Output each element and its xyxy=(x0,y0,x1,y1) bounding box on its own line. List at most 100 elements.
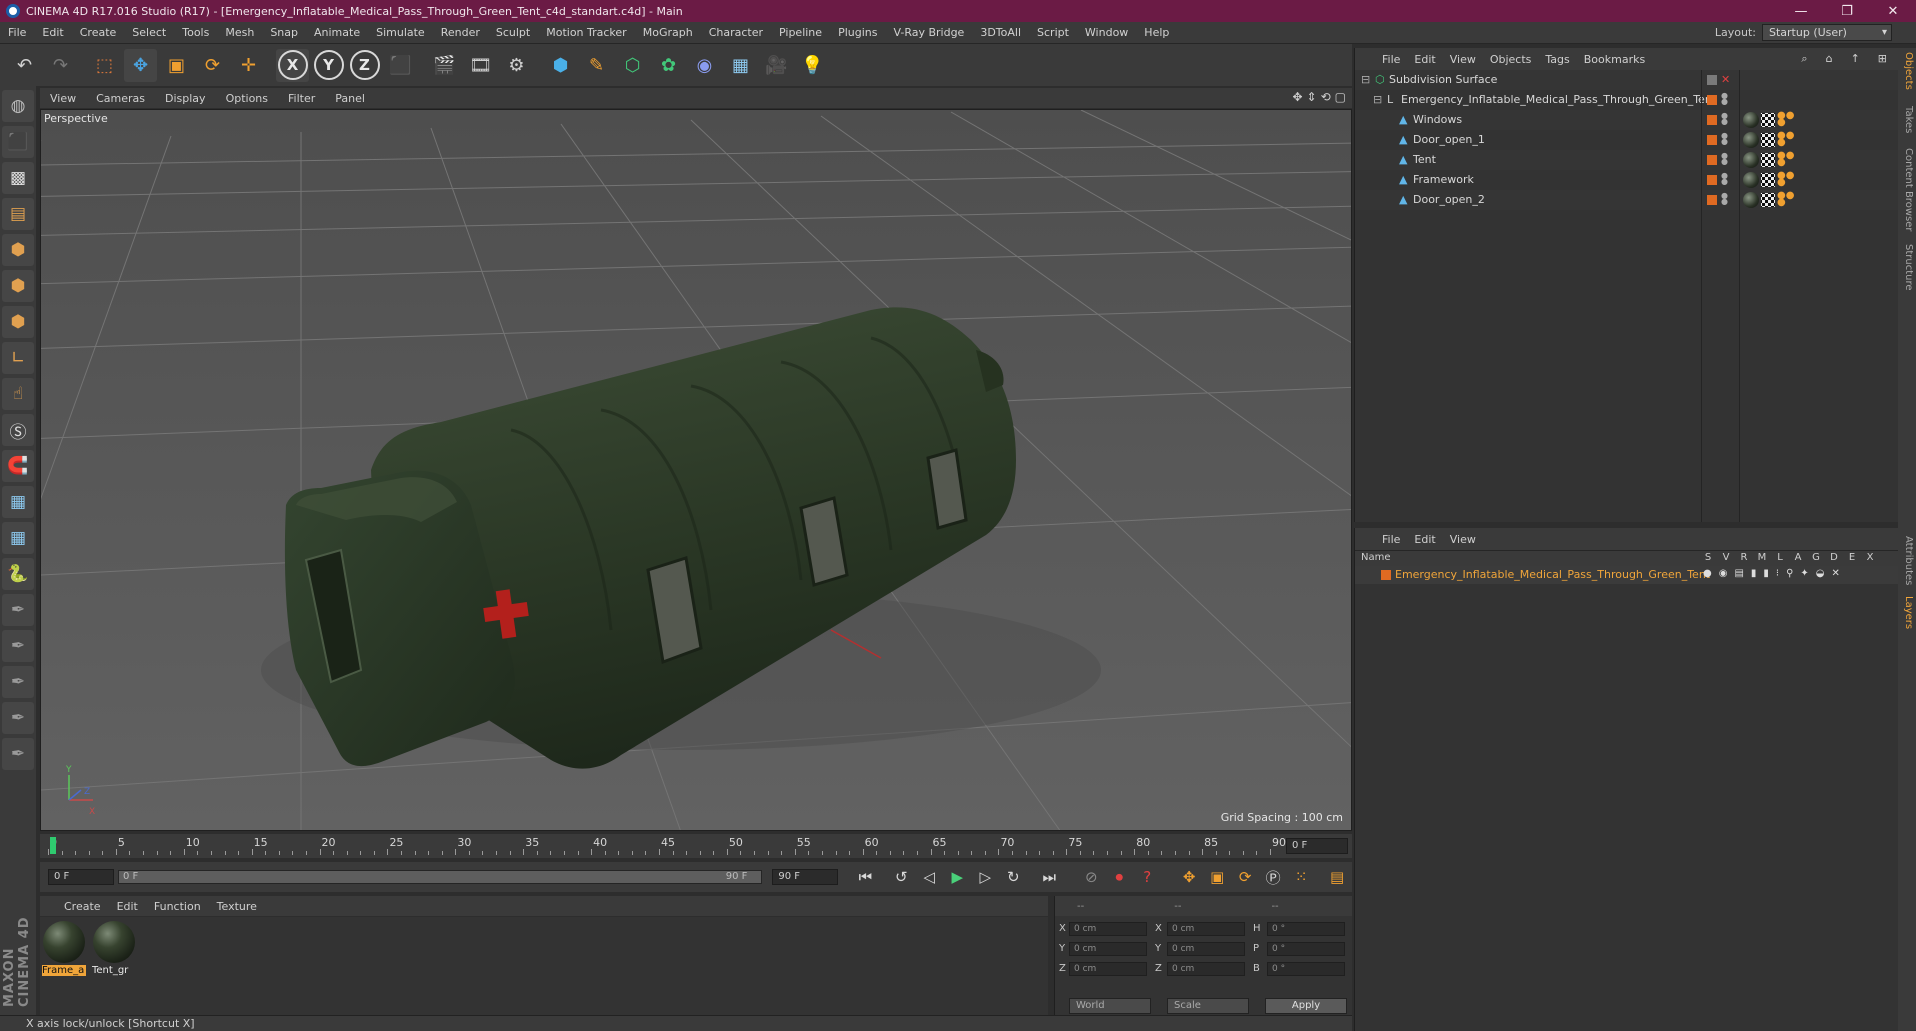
python-icon[interactable]: 🐍 xyxy=(2,558,34,590)
uvw-tag-icon[interactable]: ●● ● xyxy=(1777,111,1794,128)
key-pla-icon[interactable]: ⁙ xyxy=(1288,865,1314,889)
tab-takes[interactable]: Takes xyxy=(1900,106,1914,133)
grab-brush-icon[interactable]: ✒ xyxy=(2,738,34,770)
material-tag-icon[interactable] xyxy=(1743,192,1759,208)
menu-create[interactable]: Create xyxy=(72,22,125,44)
uvw-tag-icon[interactable]: ●● ● xyxy=(1777,131,1794,148)
menu-vray-bridge[interactable]: V-Ray Bridge xyxy=(885,22,972,44)
object-row-tent-root[interactable]: ⊟ L Emergency_Inflatable_Medical_Pass_Th… xyxy=(1355,90,1899,110)
menu-window[interactable]: Window xyxy=(1077,22,1136,44)
key-scale-icon[interactable]: ▣ xyxy=(1204,865,1230,889)
collapse-toggle-icon[interactable]: ⊟ xyxy=(1373,94,1385,106)
deformer-icon[interactable]: ◉ xyxy=(688,49,721,82)
layer-color-swatch[interactable] xyxy=(1381,570,1391,580)
minimize-button[interactable]: — xyxy=(1778,0,1824,22)
current-frame-field[interactable]: 0 F xyxy=(1286,838,1348,854)
next-keyframe-icon[interactable]: ↻ xyxy=(1000,865,1026,889)
object-menu-view[interactable]: View xyxy=(1443,53,1483,66)
texture-tag-icon[interactable] xyxy=(1761,113,1775,127)
menu-tools[interactable]: Tools xyxy=(174,22,217,44)
z-axis-lock-button[interactable]: Z xyxy=(348,49,381,82)
uvw-tag-icon[interactable]: ●● ● xyxy=(1777,191,1794,208)
redo-icon[interactable]: ↷ xyxy=(44,49,77,82)
menu-mesh[interactable]: Mesh xyxy=(217,22,262,44)
collapse-toggle-icon[interactable]: ⊟ xyxy=(1361,74,1373,86)
visibility-dots-icon[interactable]: ● ● xyxy=(1721,192,1728,207)
object-row-subdivision-surface[interactable]: ⊟ ⬡ Subdivision Surface ✕ xyxy=(1355,70,1899,90)
workplane-mode-icon[interactable]: ▤ xyxy=(2,198,34,230)
menu-render[interactable]: Render xyxy=(433,22,488,44)
layer-menu-view[interactable]: View xyxy=(1443,533,1483,546)
menu-simulate[interactable]: Simulate xyxy=(368,22,433,44)
size-y-field[interactable]: 0 cm xyxy=(1167,942,1245,956)
menu-help[interactable]: Help xyxy=(1136,22,1177,44)
key-rotation-icon[interactable]: ⟳ xyxy=(1232,865,1258,889)
render-view-icon[interactable]: 🎬 xyxy=(428,49,461,82)
viewport-menu-cameras[interactable]: Cameras xyxy=(86,92,155,105)
y-axis-lock-button[interactable]: Y xyxy=(312,49,345,82)
object-row-door-open-2[interactable]: ▲ Door_open_2 ● ● ●● ● xyxy=(1355,190,1899,210)
tab-layers[interactable]: Layers xyxy=(1900,596,1914,629)
object-menu-edit[interactable]: Edit xyxy=(1407,53,1442,66)
uvw-tag-icon[interactable]: ●● ● xyxy=(1777,151,1794,168)
menu-script[interactable]: Script xyxy=(1029,22,1077,44)
viewport-menu-view[interactable]: View xyxy=(40,92,86,105)
menu-motion-tracker[interactable]: Motion Tracker xyxy=(538,22,634,44)
menu-sculpt[interactable]: Sculpt xyxy=(488,22,538,44)
perspective-viewport[interactable]: Y X Z Perspective Grid Spacing : 100 cm xyxy=(40,109,1352,831)
material-frame[interactable]: Frame_a xyxy=(42,921,86,983)
visibility-dots-icon[interactable]: ● ● xyxy=(1721,132,1728,147)
next-frame-icon[interactable]: ▷ xyxy=(972,865,998,889)
snap-toggle-icon[interactable]: Ⓢ xyxy=(2,414,34,446)
position-x-field[interactable]: 0 cm xyxy=(1069,922,1147,936)
material-menu-texture[interactable]: Texture xyxy=(209,900,265,913)
material-menu-create[interactable]: Create xyxy=(56,900,109,913)
menu-pipeline[interactable]: Pipeline xyxy=(771,22,830,44)
coordinate-system-icon[interactable]: ⬛ xyxy=(384,49,417,82)
material-tag-icon[interactable] xyxy=(1743,132,1759,148)
timeline-playhead[interactable] xyxy=(50,837,56,854)
render-picture-viewer-icon[interactable]: 🎞 xyxy=(464,49,497,82)
texture-tag-icon[interactable] xyxy=(1761,153,1775,167)
home-icon[interactable]: ⌂ xyxy=(1819,52,1840,66)
object-menu-file[interactable]: File xyxy=(1375,53,1407,66)
object-row-framework[interactable]: ▲ Framework ● ● ●● ● xyxy=(1355,170,1899,190)
visibility-dots-icon[interactable]: ● ● xyxy=(1721,152,1728,167)
tab-content-browser[interactable]: Content Browser xyxy=(1900,148,1914,231)
magnet-icon[interactable]: 🧲 xyxy=(2,450,34,482)
layer-row[interactable]: Emergency_Inflatable_Medical_Pass_Throug… xyxy=(1355,566,1898,584)
menu-plugins[interactable]: Plugins xyxy=(830,22,885,44)
new-view-icon[interactable]: ⊞ xyxy=(1871,52,1894,66)
rotation-b-field[interactable]: 0 ° xyxy=(1267,962,1345,976)
menu-select[interactable]: Select xyxy=(124,22,174,44)
position-y-field[interactable]: 0 cm xyxy=(1069,942,1147,956)
material-tent[interactable]: Tent_gr xyxy=(92,921,136,983)
visibility-dots-icon[interactable]: ● ● xyxy=(1721,172,1728,187)
rotate-view-icon[interactable]: ⟲ xyxy=(1321,90,1331,104)
subdivision-surface-icon[interactable]: ⬡ xyxy=(616,49,649,82)
object-menu-tags[interactable]: Tags xyxy=(1538,53,1576,66)
auto-keying-icon[interactable]: ⏺ xyxy=(1106,865,1132,889)
viewport-menu-panel[interactable]: Panel xyxy=(325,92,375,105)
object-row-windows[interactable]: ▲ Windows ● ● ●● ● xyxy=(1355,110,1899,130)
pen-spline-icon[interactable]: ✎ xyxy=(580,49,613,82)
size-z-field[interactable]: 0 cm xyxy=(1167,962,1245,976)
play-forward-icon[interactable]: ▶ xyxy=(944,865,970,889)
polygons-mode-icon[interactable]: ⬢ xyxy=(2,306,34,338)
min-time-field[interactable]: 0 F xyxy=(48,869,114,885)
layer-name[interactable]: Emergency_Inflatable_Medical_Pass_Throug… xyxy=(1395,568,1710,581)
zoom-view-icon[interactable]: ⇕ xyxy=(1307,90,1317,104)
viewport-menu-options[interactable]: Options xyxy=(216,92,278,105)
keyframe-selection-icon[interactable]: ? xyxy=(1134,865,1160,889)
close-button[interactable]: ✕ xyxy=(1870,0,1916,22)
menu-mograph[interactable]: MoGraph xyxy=(635,22,701,44)
goto-start-icon[interactable]: ⏮ xyxy=(852,865,878,889)
material-menu-edit[interactable]: Edit xyxy=(109,900,146,913)
smooth-brush-icon[interactable]: ✒ xyxy=(2,666,34,698)
key-parameter-icon[interactable]: Ⓟ xyxy=(1260,865,1286,889)
grid-snap-icon[interactable]: ▦ xyxy=(2,522,34,554)
texture-tag-icon[interactable] xyxy=(1761,133,1775,147)
texture-tag-icon[interactable] xyxy=(1761,193,1775,207)
inflate-brush-icon[interactable]: ✒ xyxy=(2,702,34,734)
undo-icon[interactable]: ↶ xyxy=(8,49,41,82)
